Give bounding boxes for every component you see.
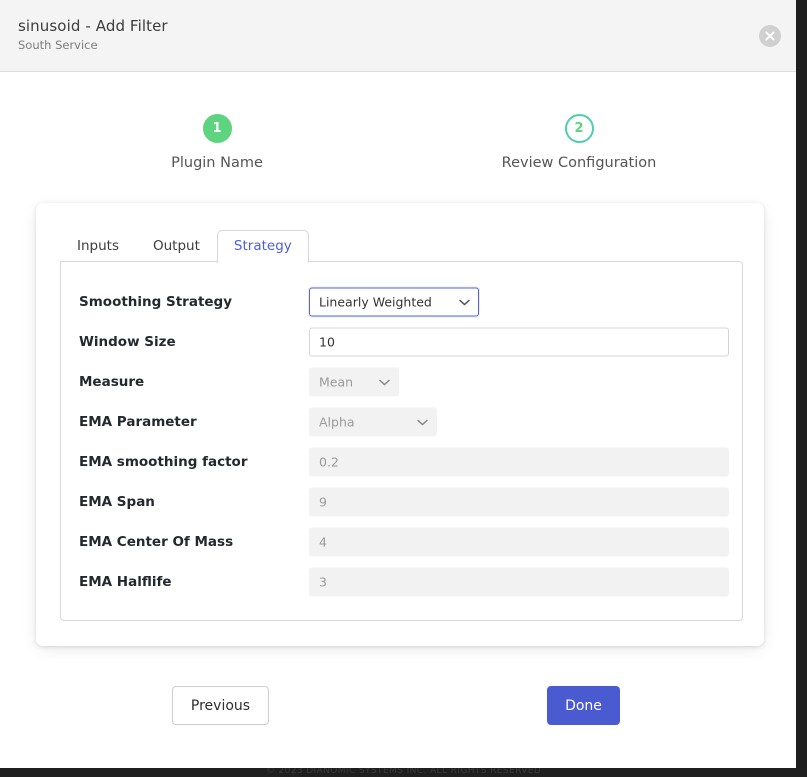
field-row-window-size: Window Size [61,322,742,362]
close-icon [765,31,775,41]
tab-bar: Inputs Output Strategy [60,225,309,263]
select-ema-parameter: Alpha [309,408,437,437]
input-ema-halflife [309,568,729,597]
done-button[interactable]: Done [547,686,620,725]
field-wrap-ema-parameter: Alpha [309,408,437,437]
dialog-title: sinusoid - Add Filter [18,17,168,35]
label-ema-parameter: EMA Parameter [79,414,197,430]
field-row-ema-center-of-mass: EMA Center Of Mass [61,522,742,562]
field-row-measure: Measure Mean [61,362,742,402]
configuration-card: Inputs Output Strategy Smoothing Strateg… [36,203,764,646]
select-ema-parameter-value: Alpha [319,415,355,430]
field-row-ema-smoothing-factor: EMA smoothing factor [61,442,742,482]
input-ema-center-of-mass [309,528,729,557]
label-ema-smoothing-factor: EMA smoothing factor [79,454,248,470]
chevron-down-icon [459,299,470,306]
label-window-size: Window Size [79,334,176,350]
window-edge-right [796,0,807,769]
field-wrap-ema-span [309,488,729,517]
chevron-down-icon [379,379,390,386]
field-wrap-ema-center-of-mass [309,528,729,557]
field-row-ema-span: EMA Span [61,482,742,522]
step-2-label: Review Configuration [489,155,669,171]
close-button[interactable] [759,25,781,47]
dialog-subtitle: South Service [18,38,98,52]
field-wrap-ema-smoothing-factor [309,448,729,477]
step-1-label: Plugin Name [127,155,307,171]
field-wrap-smoothing-strategy: Linearly Weighted [309,288,479,317]
strategy-panel: Smoothing Strategy Linearly Weighted Win… [60,261,743,621]
step-2-circle[interactable]: 2 [565,114,594,143]
select-measure: Mean [309,368,399,397]
previous-button[interactable]: Previous [172,686,269,725]
field-wrap-window-size [309,328,729,357]
tab-inputs[interactable]: Inputs [60,230,136,264]
select-measure-value: Mean [319,375,353,390]
input-window-size[interactable] [309,328,729,357]
select-smoothing-strategy-value: Linearly Weighted [319,295,432,310]
step-1-circle[interactable]: 1 [203,114,232,143]
stepper-step-plugin-name[interactable]: 1 Plugin Name [127,105,307,171]
select-smoothing-strategy[interactable]: Linearly Weighted [309,288,479,317]
dialog-header: sinusoid - Add Filter South Service [0,0,796,72]
input-ema-span [309,488,729,517]
wizard-stepper: 1 Plugin Name 2 Review Configuration [0,105,796,185]
add-filter-dialog: sinusoid - Add Filter South Service 1 Pl… [0,0,807,777]
field-wrap-ema-halflife [309,568,729,597]
label-ema-halflife: EMA Halflife [79,574,172,590]
field-wrap-measure: Mean [309,368,399,397]
field-row-smoothing-strategy: Smoothing Strategy Linearly Weighted [61,282,742,322]
tab-output[interactable]: Output [136,230,217,264]
stepper-step-review-configuration[interactable]: 2 Review Configuration [489,105,669,171]
window-footer-bar: © 2023 DIANOMIC SYSTEMS INC. ALL RIGHTS … [0,768,807,777]
tab-strategy[interactable]: Strategy [217,230,309,264]
input-ema-smoothing-factor [309,448,729,477]
label-measure: Measure [79,374,144,390]
label-ema-span: EMA Span [79,494,155,510]
field-row-ema-parameter: EMA Parameter Alpha [61,402,742,442]
copyright-text: © 2023 DIANOMIC SYSTEMS INC. ALL RIGHTS … [0,768,807,776]
field-row-ema-halflife: EMA Halflife [61,562,742,602]
chevron-down-icon [417,419,428,426]
label-ema-center-of-mass: EMA Center Of Mass [79,534,233,550]
label-smoothing-strategy: Smoothing Strategy [79,294,232,310]
